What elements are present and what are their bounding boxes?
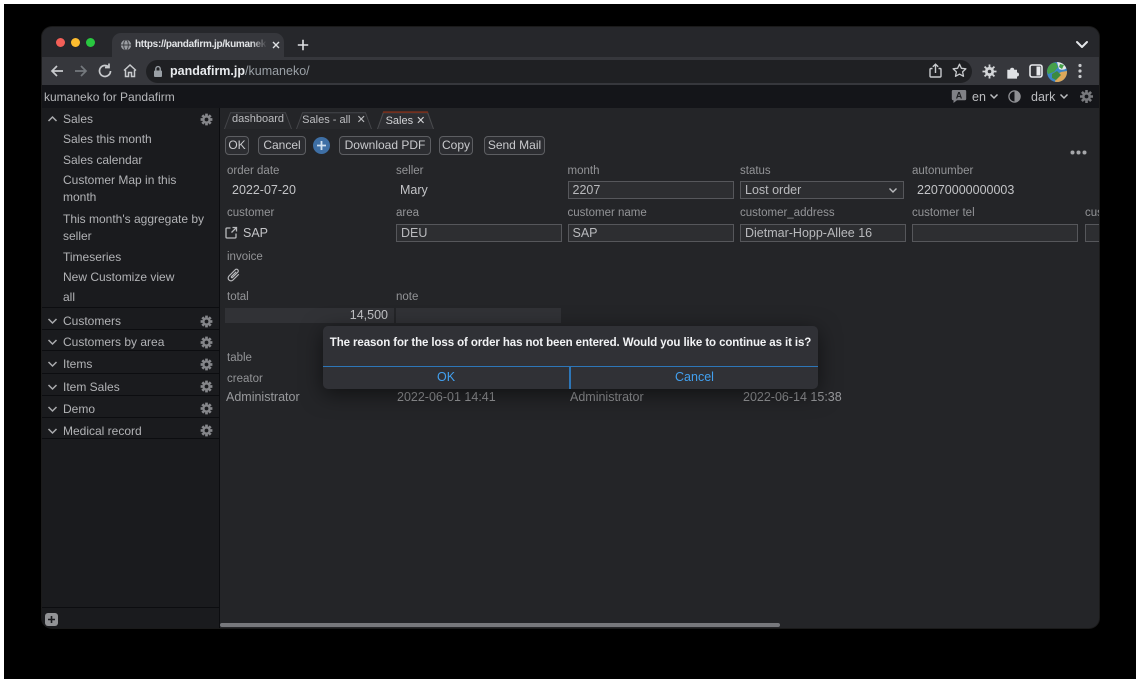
svg-text:A: A [956,91,963,101]
